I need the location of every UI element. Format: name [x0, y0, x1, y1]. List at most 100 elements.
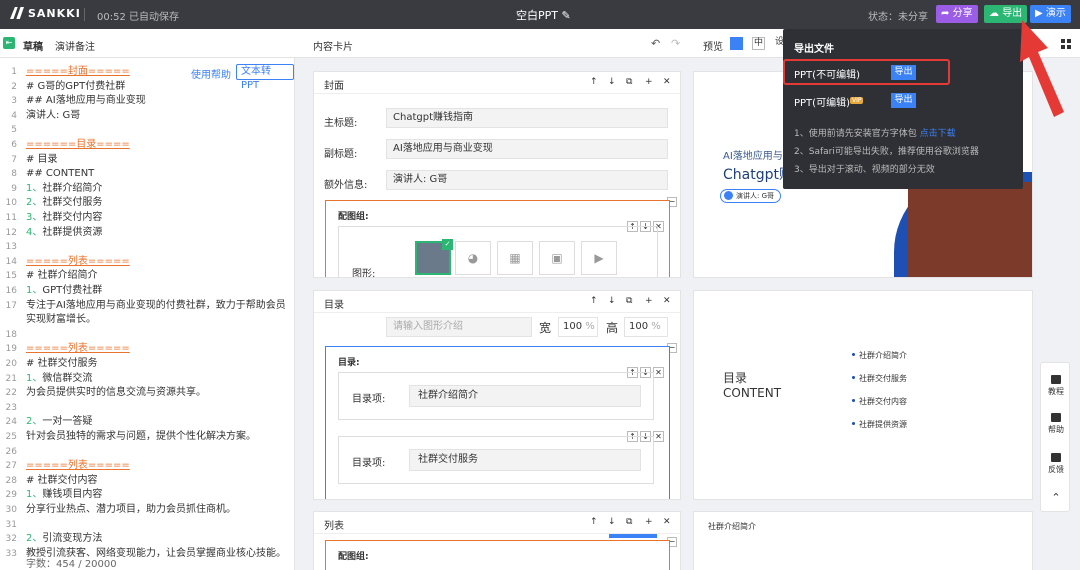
editor-line[interactable]: 8 ## CONTENT [0, 167, 294, 181]
editor-line[interactable]: 20 # 社群交付服务 [0, 357, 294, 371]
width-label: 宽 [539, 321, 552, 335]
line-text: 实现财富增长。 [26, 314, 96, 326]
slide-preview-toc[interactable]: 目录 CONTENT 社群介绍简介 社群交付服务 社群交付内容 社群提供资源 [693, 290, 1033, 500]
editor-line[interactable]: 2 # G哥的GPT付费社群 [0, 80, 294, 94]
pie-chart-icon[interactable]: ◕ [455, 241, 491, 275]
export-editable-button[interactable]: 导出 [891, 93, 916, 108]
close-icon[interactable]: ✕ [663, 77, 671, 87]
close-icon[interactable]: ✕ [653, 431, 664, 442]
editor-line[interactable]: 24 2、一对一答疑 [0, 415, 294, 429]
preview-size-medium[interactable]: 中 [752, 37, 765, 50]
markdown-editor[interactable]: 使用帮助 文本转PPT 1 =====封面===== 2 # G哥的GPT付费社群 3 #… [0, 58, 295, 570]
editor-line[interactable]: 22 为会员提供实时的信息交流与资源共享。 [0, 386, 294, 400]
selected-image-thumbnail[interactable]: ✓ [415, 239, 453, 275]
editor-line[interactable]: 5 [0, 123, 294, 137]
editor-line[interactable]: 16 1、GPT付费社群 [0, 284, 294, 298]
editor-line[interactable]: 13 [0, 240, 294, 254]
extra-info-input[interactable]: 演讲人: G哥 [386, 170, 668, 190]
editor-line[interactable]: 28 # 社群交付内容 [0, 474, 294, 488]
document-title[interactable]: 空白PPT ✎ [516, 7, 571, 23]
move-down-icon[interactable]: ↓ [608, 517, 616, 527]
move-up-icon[interactable]: ↑ [590, 517, 598, 527]
line-number: 24 [5, 417, 17, 428]
editor-line[interactable]: 6 ======目录==== [0, 138, 294, 152]
editor-line[interactable]: 26 [0, 445, 294, 459]
undo-icon[interactable]: ↶ [651, 37, 660, 50]
slide-preview-list[interactable]: 社群介绍简介 [693, 511, 1033, 570]
help-button[interactable]: 帮助 [1041, 413, 1071, 435]
copy-icon[interactable]: ⧉ [626, 77, 632, 87]
subtitle-input[interactable]: AI落地应用与商业变现 [386, 139, 668, 159]
tutorial-button[interactable]: 教程 [1041, 375, 1071, 397]
copy-icon[interactable]: ⧉ [626, 296, 632, 306]
editor-line[interactable]: 1 =====封面===== [0, 65, 294, 79]
add-icon[interactable]: + [645, 77, 653, 87]
editor-line[interactable]: 12 4、社群提供资源 [0, 226, 294, 240]
add-icon[interactable]: + [645, 517, 653, 527]
feedback-button[interactable]: 反馈 [1041, 453, 1071, 475]
editor-line[interactable]: 27 =====列表===== [0, 459, 294, 473]
add-icon[interactable]: + [645, 296, 653, 306]
toc-item-input[interactable]: 社群交付服务 [409, 449, 641, 471]
editor-line[interactable]: 21 1、微信群交流 [0, 372, 294, 386]
toc-item-input[interactable]: 社群介绍简介 [409, 385, 641, 407]
editor-line[interactable]: 3 ## AI落地应用与商业变现 [0, 94, 294, 108]
main-title-input[interactable]: Chatgpt赚钱指南 [386, 108, 668, 128]
preview-size-small[interactable] [730, 37, 743, 50]
export-note-3: 3、导出对于滚动、视频的部分无效 [794, 165, 935, 175]
editor-line[interactable]: 32 2、引流变现方法 [0, 532, 294, 546]
scroll-indicator [609, 534, 657, 538]
toc-item: 目录项: 社群交付服务 [338, 436, 654, 484]
brand-logo[interactable]: SANKKI [10, 7, 81, 20]
close-icon[interactable]: ✕ [653, 367, 664, 378]
move-up-icon[interactable]: ↑ [590, 296, 598, 306]
video-icon[interactable]: ▶ [581, 241, 617, 275]
line-number: 14 [5, 256, 17, 267]
checkmark-icon: ✓ [442, 239, 453, 250]
editor-line[interactable]: 31 [0, 518, 294, 532]
bullet-icon [852, 399, 855, 402]
line-number: 7 [11, 154, 17, 165]
editor-line[interactable]: 7 # 目录 [0, 153, 294, 167]
close-icon[interactable]: ✕ [663, 296, 671, 306]
height-input[interactable]: 100 % [624, 317, 668, 337]
move-down-icon[interactable]: ↓ [608, 296, 616, 306]
editor-line[interactable]: 15 # 社群介绍简介 [0, 269, 294, 283]
editor-line[interactable]: 14 =====列表===== [0, 255, 294, 269]
image-group-label: 配图组: [338, 212, 369, 222]
editor-line[interactable]: 18 [0, 328, 294, 342]
scroll-top-chevron-up-icon[interactable]: ⌃ [1041, 491, 1071, 504]
collapse-panel-icon[interactable]: ⇤ [3, 37, 15, 49]
editor-line[interactable]: 19 =====列表===== [0, 342, 294, 356]
editor-line[interactable]: 25 针对会员独特的需求与问题，提供个性化解决方案。 [0, 430, 294, 444]
tab-speaker-notes[interactable]: 演讲备注 [55, 38, 95, 53]
code-icon[interactable]: ▣ [539, 241, 575, 275]
editor-line[interactable]: 11 3、社群交付内容 [0, 211, 294, 225]
bullet-icon [852, 353, 855, 356]
edit-pencil-icon[interactable]: ✎ [562, 9, 571, 22]
editor-line[interactable]: 实现财富增长。 [0, 313, 294, 327]
editor-line[interactable]: 17 专注于AI落地应用与商业变现的付费社群，致力于帮助会员 [0, 299, 294, 313]
close-icon[interactable]: ✕ [663, 517, 671, 527]
move-down-icon[interactable]: ↓ [608, 77, 616, 87]
line-text: # 社群交付内容 [26, 474, 98, 486]
editor-line[interactable]: 9 1、社群介绍简介 [0, 182, 294, 196]
move-up-icon[interactable]: ↑ [590, 77, 598, 87]
editor-line[interactable]: 23 [0, 401, 294, 415]
editor-line[interactable]: 29 1、赚钱项目内容 [0, 488, 294, 502]
table-icon[interactable]: ▦ [497, 241, 533, 275]
autosave-status: 00:52 已自动保存 [97, 12, 179, 23]
redo-icon[interactable]: ↷ [671, 37, 680, 50]
share-button[interactable]: ➦ 分享 [936, 5, 978, 23]
width-input[interactable]: 100 % [558, 317, 598, 337]
font-download-link[interactable]: 点击下载 [920, 129, 956, 139]
editor-line[interactable]: 30 分享行业热点、潜力项目，助力会员抓住商机。 [0, 503, 294, 517]
shape-description-input[interactable]: 请输入图形介绍 [386, 317, 532, 337]
line-number: 2 [11, 81, 17, 92]
copy-icon[interactable]: ⧉ [626, 517, 632, 527]
editor-line[interactable]: 4 演讲人: G哥 [0, 109, 294, 123]
image-group-label: 配图组: [338, 552, 369, 562]
editor-line[interactable]: 10 2、社群交付服务 [0, 196, 294, 210]
export-note-2: 2、Safari可能导出失败，推荐使用谷歌浏览器 [794, 147, 979, 157]
line-text: ## CONTENT [26, 168, 95, 180]
